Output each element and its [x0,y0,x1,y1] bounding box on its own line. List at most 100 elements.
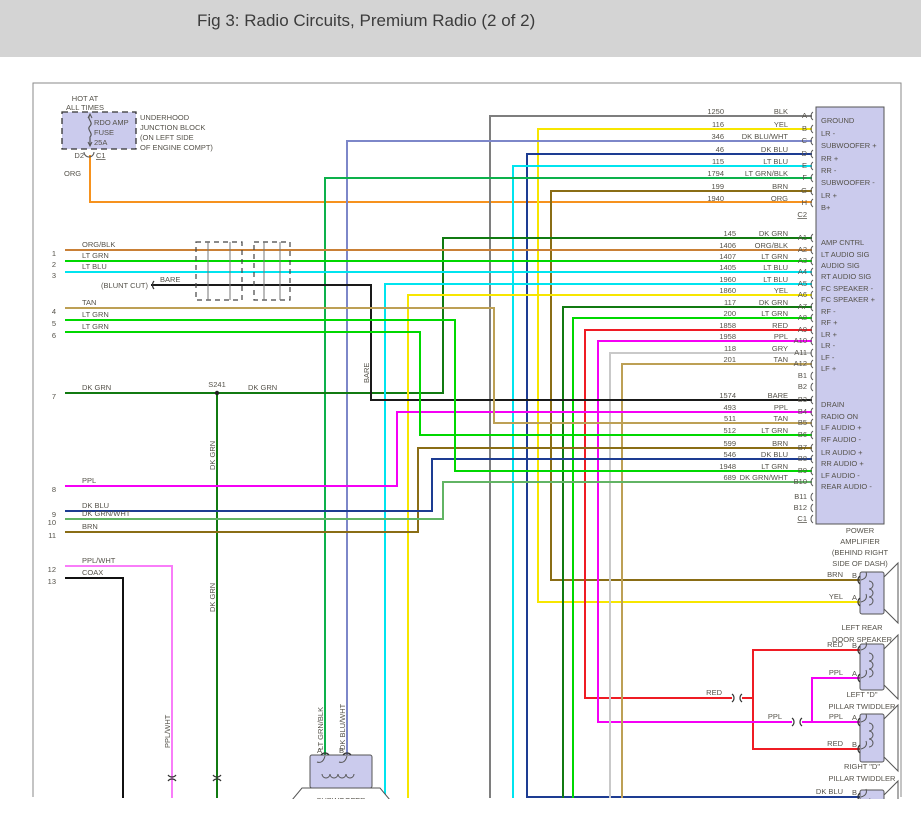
circuit-number-label: 1958 [719,332,736,341]
circuit-number-label: 145 [723,229,736,238]
circuit-number-label: 546 [723,450,736,459]
connector-c2-label: C2 [797,210,807,219]
power-amplifier-label: POWER [846,526,875,535]
wire-color-label: TAN [82,298,96,307]
pin-arc-icon [810,492,814,502]
pin-letter-label: B9 [798,466,807,475]
wire-color-label: PPL [829,668,843,677]
wire-color-label: LT GRN [82,322,109,331]
connector-function-label: RF AUDIO - [821,435,862,444]
wire-color-label: LT GRN [761,462,788,471]
splice-label: RED [706,688,722,697]
pin-letter-label: B [339,746,344,755]
pin-letter-label: F [802,173,807,182]
connector-function-label: FC SPEAKER - [821,284,874,293]
pin-letter-label: H [802,198,807,207]
connector-function-label: RF - [821,307,836,316]
pin-letter-label: B10 [794,477,807,486]
subwoofer-box [309,754,373,789]
connector-function-label: LF - [821,353,835,362]
pin-letter-label: A [802,111,807,120]
junction-block-label: OF ENGINE COMPT) [140,143,213,152]
wire-color-label: COAX [82,568,103,577]
row-number-label: 11 [48,531,56,540]
circuit-number-label: 1250 [707,107,724,116]
pin-d2-label: D2 [74,151,84,160]
wire-color-label: ORG [771,194,788,203]
circuit-number-label: 1858 [719,321,736,330]
wire-color-label-vertical: DK GRN [208,583,217,612]
row-number-label: 10 [48,518,56,527]
pin-letter-label: B [852,740,857,749]
speaker-box [859,571,885,615]
pin-letter-label: B7 [798,443,807,452]
pin-letter-label: A [317,746,322,755]
wire-color-label: BARE [160,275,180,284]
wire-color-label: DK GRN/WHT [740,473,789,482]
circuit-number-label: 1960 [719,275,736,284]
pin-letter-label: B1 [798,371,807,380]
speaker-cone [883,561,899,625]
pin-letter-label: B8 [798,454,807,463]
wire-color-label: LT BLU [763,275,788,284]
wire-color-label: BRN [82,522,98,531]
hot-at-all-times-label: ALL TIMES [66,103,104,112]
circuit-number-label: 1406 [719,241,736,250]
connector-function-label: RF + [821,318,838,327]
circuit-number-label: 115 [712,157,724,166]
connector-function-label: RR - [821,166,837,175]
wire-color-label: YEL [829,592,843,601]
pin-letter-label: B [802,124,807,133]
connector-function-label: LR - [821,129,836,138]
pin-letter-label: A6 [798,290,807,299]
pin-letter-label: A12 [794,359,807,368]
connector-function-label: LR + [821,330,838,339]
pin-letter-label: B11 [794,492,807,501]
fuse-label: 25A [94,138,107,147]
connector-function-label: LR + [821,191,838,200]
connector-function-label: LF AUDIO - [821,471,860,480]
row-number-label: 5 [52,319,56,328]
wire-lt-grn-blk [324,177,812,756]
connector-function-label: AMP CNTRL [821,238,864,247]
wire-color-label: BRN [772,182,788,191]
connector-function-label: FC SPEAKER + [821,295,876,304]
wire-color-label: ORG/BLK [755,241,788,250]
pin-c1-label: C1 [96,151,106,160]
wire-color-label: LT BLU [763,157,788,166]
circuit-number-label: 1574 [719,391,736,400]
pin-letter-label: A9 [798,325,807,334]
pin-letter-label: D [802,149,808,158]
pin-arc-icon [810,503,814,513]
wire-color-label-vertical: DK GRN [208,441,217,470]
wire-tan [65,307,812,424]
connector-function-label: REAR AUDIO - [821,482,872,491]
speaker-caption: PILLAR TWIDDLER [829,774,897,783]
speaker-caption: RIGHT "D" [844,762,880,771]
row-number-label: 4 [52,307,56,316]
wire-color-label: LT GRN [82,251,109,260]
splice-connector-icon [799,717,803,727]
splice-connector-icon [791,717,795,727]
wire-color-label: PPL [829,712,843,721]
wire-color-label: GRY [772,344,788,353]
wire-dk-grn-wht [65,481,812,520]
splice-label: PPL [768,712,782,721]
hot-at-all-times-label: HOT AT [72,94,99,103]
row-number-label: 13 [48,577,56,586]
wire-color-label: YEL [774,120,788,129]
wire-color-label: RED [827,640,843,649]
row-number-label: 1 [52,249,56,258]
connector-function-label: RT AUDIO SIG [821,272,871,281]
circuit-number-label: 1860 [719,286,736,295]
wire-color-label: DK BLU [761,450,788,459]
row-number-label: 7 [52,392,56,401]
speaker-cone [883,633,899,701]
wire-color-label: BRN [772,439,788,448]
wire-color-label: ORG/BLK [82,240,115,249]
circuit-number-label: 1948 [719,462,736,471]
pin-letter-label: A3 [798,256,807,265]
row-number-label: 2 [52,260,56,269]
pin-letter-label: B2 [798,382,807,391]
connector-function-label: LF + [821,364,837,373]
